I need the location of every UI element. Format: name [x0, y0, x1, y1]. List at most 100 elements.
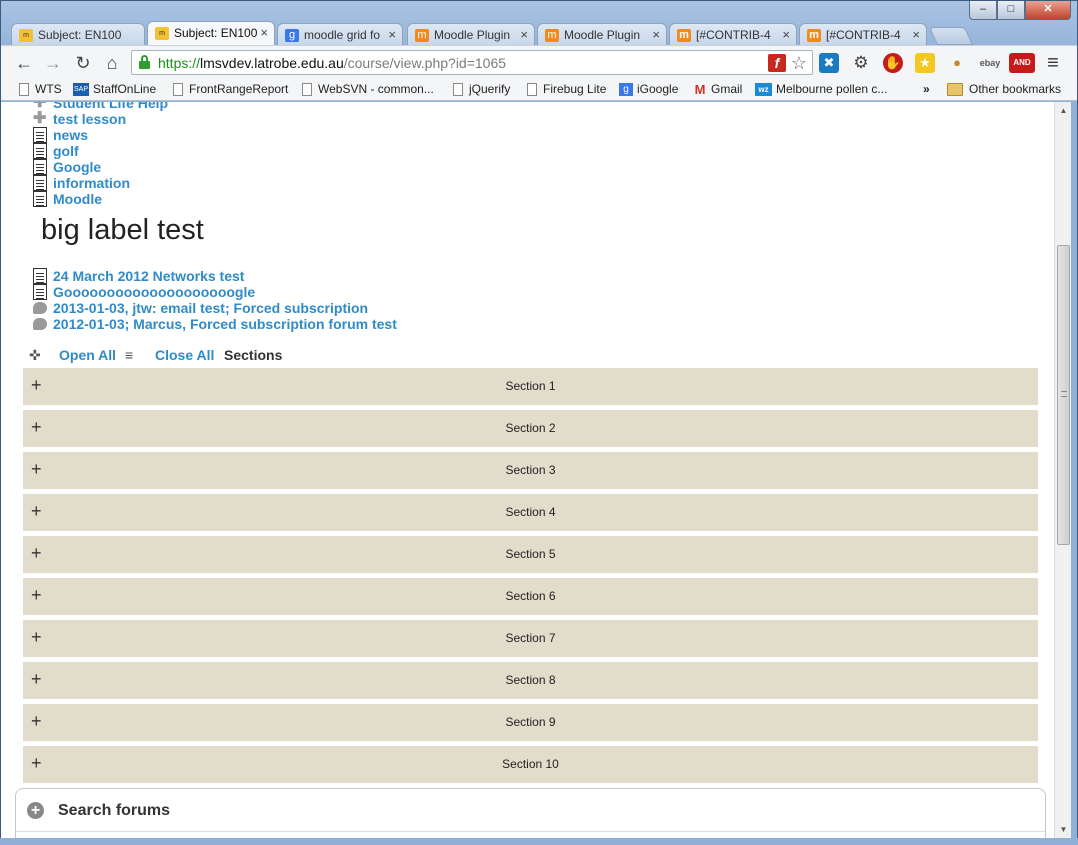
url-text: https://lmsvdev.latrobe.edu.au/course/vi… [158, 55, 507, 71]
gmail-icon: M [694, 82, 706, 97]
resource-link[interactable]: Google [33, 159, 101, 175]
section-title: Section 5 [505, 547, 556, 561]
forum-link[interactable]: 2013-01-03, jtw: email test; Forced subs… [33, 300, 368, 316]
tab-subject-2[interactable]: m Subject: EN100 × [147, 21, 275, 46]
bookmark-staffonline[interactable]: SAP StaffOnLine [73, 81, 156, 98]
resource-link[interactable]: ✚ Student Life Help [33, 102, 168, 111]
ebay-icon[interactable]: ebay [977, 53, 1003, 73]
open-all-icon: ✜ [29, 347, 41, 363]
tab-contrib-2[interactable]: m [#CONTRIB-4 × [799, 23, 927, 46]
section-9[interactable]: + Section 9 [23, 704, 1038, 741]
minimize-button[interactable]: – [969, 1, 997, 20]
tab-close-icon[interactable]: × [912, 27, 920, 42]
section-8[interactable]: + Section 8 [23, 662, 1038, 699]
section-title: Section 4 [505, 505, 556, 519]
section-10[interactable]: + Section 10 [23, 746, 1038, 783]
tab-moodle-plugin-2[interactable]: m Moodle Plugin × [537, 23, 667, 46]
moodle-icon: m [19, 29, 33, 42]
scroll-down-icon[interactable]: ▼ [1055, 821, 1072, 838]
resource-link[interactable]: Moodle [33, 191, 102, 207]
document-icon [33, 284, 47, 300]
section-3[interactable]: + Section 3 [23, 452, 1038, 489]
section-6[interactable]: + Section 6 [23, 578, 1038, 615]
tab-close-icon[interactable]: × [520, 27, 528, 42]
resource-link[interactable]: information [33, 175, 130, 191]
moodle-m-icon: m [807, 29, 821, 42]
block-title[interactable]: Search forums [58, 802, 170, 820]
tab-close-icon[interactable]: × [652, 27, 660, 42]
tab-contrib-1[interactable]: m [#CONTRIB-4 × [669, 23, 797, 46]
tab-moodle-grid[interactable]: g moodle grid fo × [277, 23, 403, 46]
extension-star-icon[interactable]: ★ [915, 53, 935, 73]
section-7[interactable]: + Section 7 [23, 620, 1038, 657]
vertical-scrollbar[interactable]: ▲ ▼ [1054, 102, 1071, 838]
resource-link[interactable]: Goooooooooooooooooooogle [33, 284, 255, 300]
moodle-icon: m [155, 27, 169, 40]
google-icon: g [285, 29, 299, 42]
open-all-link[interactable]: Open All [59, 347, 116, 363]
section-title: Section 6 [505, 589, 556, 603]
forward-button[interactable]: → [42, 52, 64, 74]
bookmark-firebug-lite[interactable]: Firebug Lite [525, 81, 606, 98]
menu-icon[interactable]: ≡ [1043, 53, 1063, 73]
tab-moodle-plugin-1[interactable]: m Moodle Plugin × [407, 23, 535, 46]
reload-button[interactable]: ↻ [72, 52, 94, 74]
maximize-button[interactable]: □ [997, 1, 1025, 20]
tab-close-icon[interactable]: × [388, 27, 396, 42]
cookie-icon[interactable]: ● [947, 53, 967, 73]
bookmark-websvn[interactable]: WebSVN - common... [300, 81, 434, 98]
section-title: Section 3 [505, 463, 556, 477]
resource-link[interactable]: 24 March 2012 Networks test [33, 268, 244, 284]
section-4[interactable]: + Section 4 [23, 494, 1038, 531]
bookmark-gmail[interactable]: M Gmail [693, 81, 743, 98]
tab-title: [#CONTRIB-4 [826, 28, 901, 42]
page-icon [173, 83, 183, 96]
block-divider [16, 831, 1045, 832]
wz-icon: wz [755, 83, 772, 96]
big-label: big label test [41, 214, 204, 246]
settings-gear-icon[interactable]: ⚙ [851, 53, 871, 73]
search-forums-block: + Search forums [15, 788, 1046, 838]
section-2[interactable]: + Section 2 [23, 410, 1038, 447]
scroll-up-icon[interactable]: ▲ [1055, 102, 1072, 119]
bookmark-star-icon[interactable]: ☆ [790, 54, 808, 72]
home-button[interactable]: ⌂ [101, 52, 123, 74]
bookmark-igoogle[interactable]: g iGoogle [619, 81, 678, 98]
tab-subject-1[interactable]: m Subject: EN100 [11, 23, 145, 46]
expand-circle-icon[interactable]: + [27, 802, 44, 819]
scrollbar-thumb[interactable] [1057, 245, 1070, 545]
window-controls: – □ ✕ [969, 1, 1071, 20]
back-button[interactable]: ← [13, 52, 35, 74]
new-tab-button[interactable] [928, 27, 974, 45]
browser-toolbar: ← → ↻ ⌂ https://lmsvdev.latrobe.edu.au/c… [1, 45, 1077, 79]
lesson-icon: ✚ [33, 110, 47, 127]
bookmark-frontrangereport[interactable]: FrontRangeReport [171, 81, 288, 98]
bookmarks-overflow-chevron[interactable]: » [923, 81, 930, 98]
other-bookmarks[interactable]: Other bookmarks [947, 81, 1061, 98]
document-icon [33, 127, 47, 143]
flash-icon[interactable]: f [768, 54, 786, 72]
tab-close-icon[interactable]: × [782, 27, 790, 42]
section-1[interactable]: + Section 1 [23, 368, 1038, 405]
resource-link[interactable]: news [33, 127, 88, 143]
and-icon[interactable]: AND [1009, 53, 1035, 73]
page-icon [19, 83, 29, 96]
folder-icon [947, 83, 963, 96]
resource-link[interactable]: ✚ test lesson [33, 110, 126, 128]
bookmark-wts[interactable]: WTS [17, 81, 62, 98]
bookmark-jquerify[interactable]: jQuerify [451, 81, 510, 98]
tab-strip: m Subject: EN100 m Subject: EN100 × g mo… [11, 21, 1011, 46]
section-5[interactable]: + Section 5 [23, 536, 1038, 573]
extension-icon[interactable]: ✖ [819, 53, 839, 73]
tab-close-icon[interactable]: × [260, 25, 268, 40]
adblock-icon[interactable]: ✋ [883, 53, 903, 73]
address-bar[interactable]: https://lmsvdev.latrobe.edu.au/course/vi… [131, 50, 813, 75]
section-title: Section 7 [505, 631, 556, 645]
resource-link[interactable]: golf [33, 143, 79, 159]
bookmark-melbourne-pollen[interactable]: wz Melbourne pollen c... [755, 81, 887, 98]
document-icon [33, 175, 47, 191]
forum-link[interactable]: 2012-01-03; Marcus, Forced subscription … [33, 316, 397, 332]
tab-title: Subject: EN100 [38, 28, 122, 42]
close-window-button[interactable]: ✕ [1025, 1, 1071, 20]
close-all-link[interactable]: Close All [155, 347, 214, 363]
